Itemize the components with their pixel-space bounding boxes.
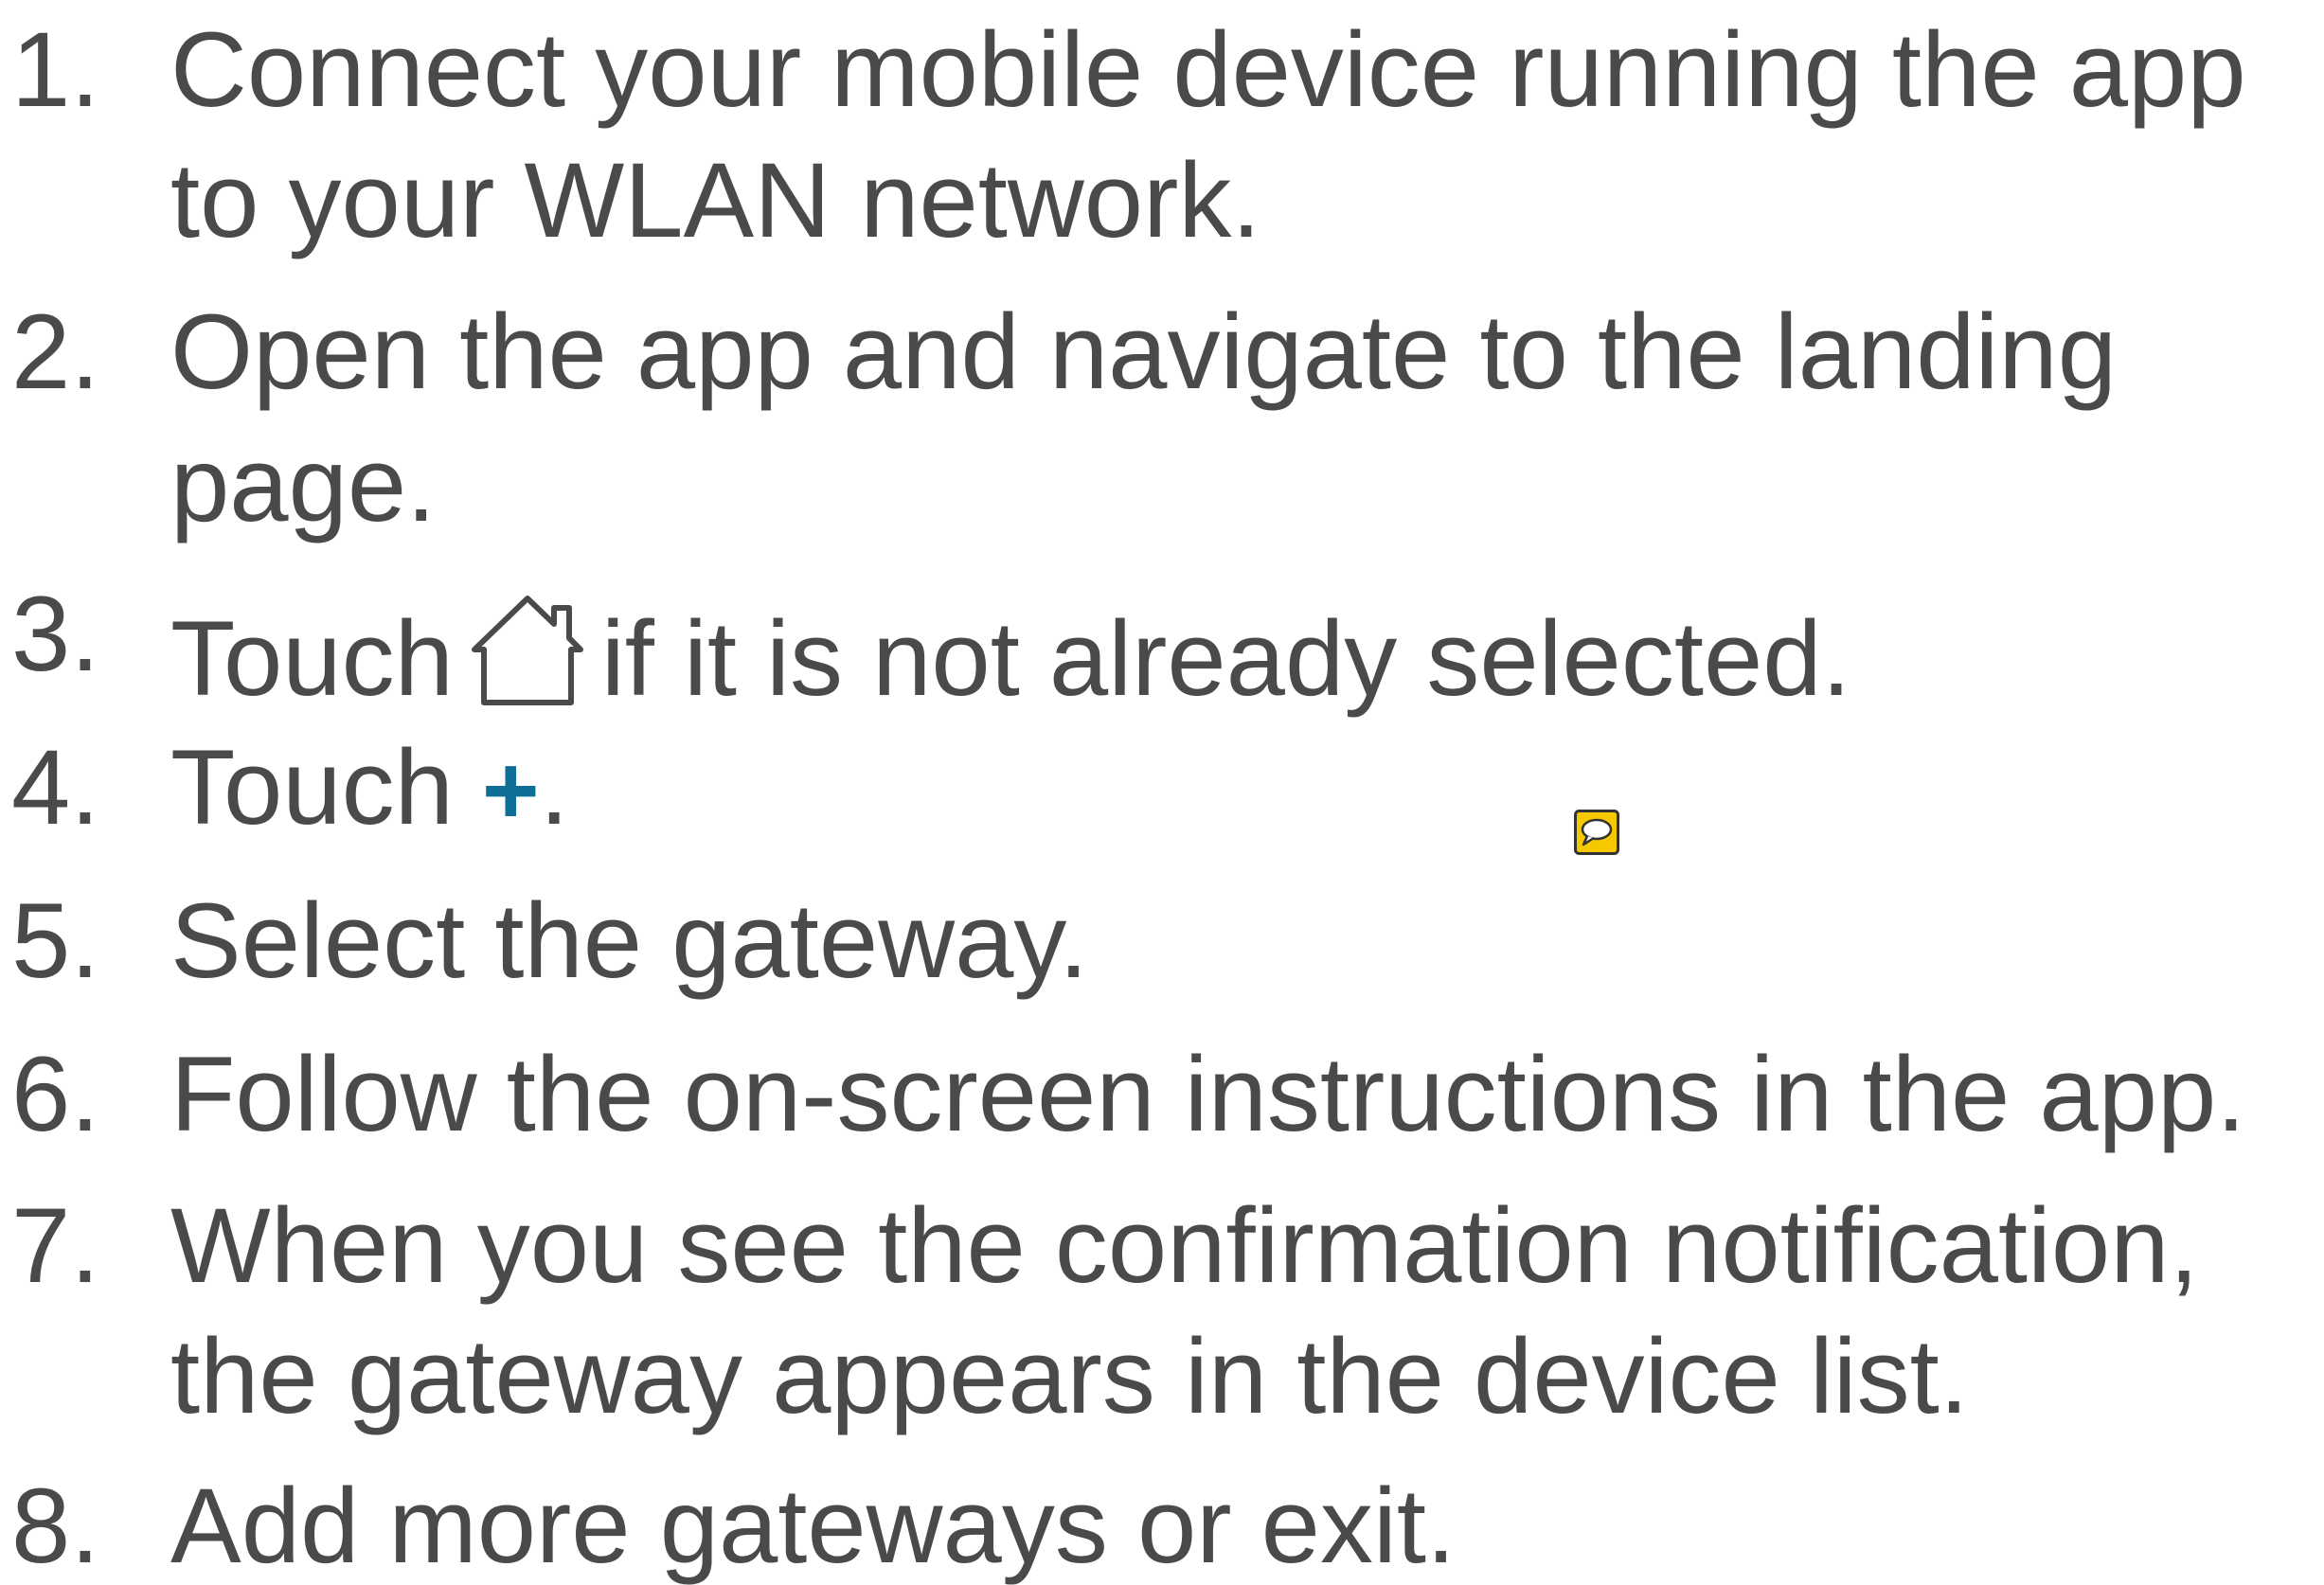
step-number: 4.: [11, 728, 100, 846]
step-text: Follow the on-screen instructions in the…: [170, 1035, 2246, 1153]
plus-icon: +: [481, 736, 540, 846]
step-text-after: if it is not already selected.: [600, 599, 1851, 718]
step-text: Select the gateway.: [170, 882, 1089, 1000]
step-text: Touch if it is not already selected.: [170, 581, 1851, 712]
step-text: to your WLAN network.: [170, 141, 1261, 259]
step-text: page.: [170, 425, 437, 543]
step-text: Connect your mobile device running the a…: [170, 10, 2246, 129]
step-number: 3.: [11, 575, 100, 693]
step-text: Open the app and navigate to the landing: [170, 293, 2117, 411]
step-text: the gateway appears in the device list.: [170, 1317, 1969, 1435]
step-text: Add more gateways or exit.: [170, 1467, 1457, 1585]
step-number: 2.: [11, 293, 100, 411]
step-text: Touch +.: [170, 735, 569, 841]
instruction-list: 1. Connect your mobile device running th…: [0, 0, 2324, 1579]
step-number: 5.: [11, 882, 100, 1000]
step-text-after: .: [539, 728, 569, 846]
comment-icon[interactable]: [1574, 810, 1619, 855]
step-number: 1.: [11, 10, 100, 129]
step-text: When you see the confirmation notificati…: [170, 1186, 2199, 1305]
home-icon: [471, 596, 583, 705]
step-text-before: Touch: [170, 599, 454, 718]
step-text-before: Touch: [170, 728, 454, 846]
step-number: 8.: [11, 1467, 100, 1585]
step-number: 6.: [11, 1035, 100, 1153]
step-number: 7.: [11, 1186, 100, 1305]
